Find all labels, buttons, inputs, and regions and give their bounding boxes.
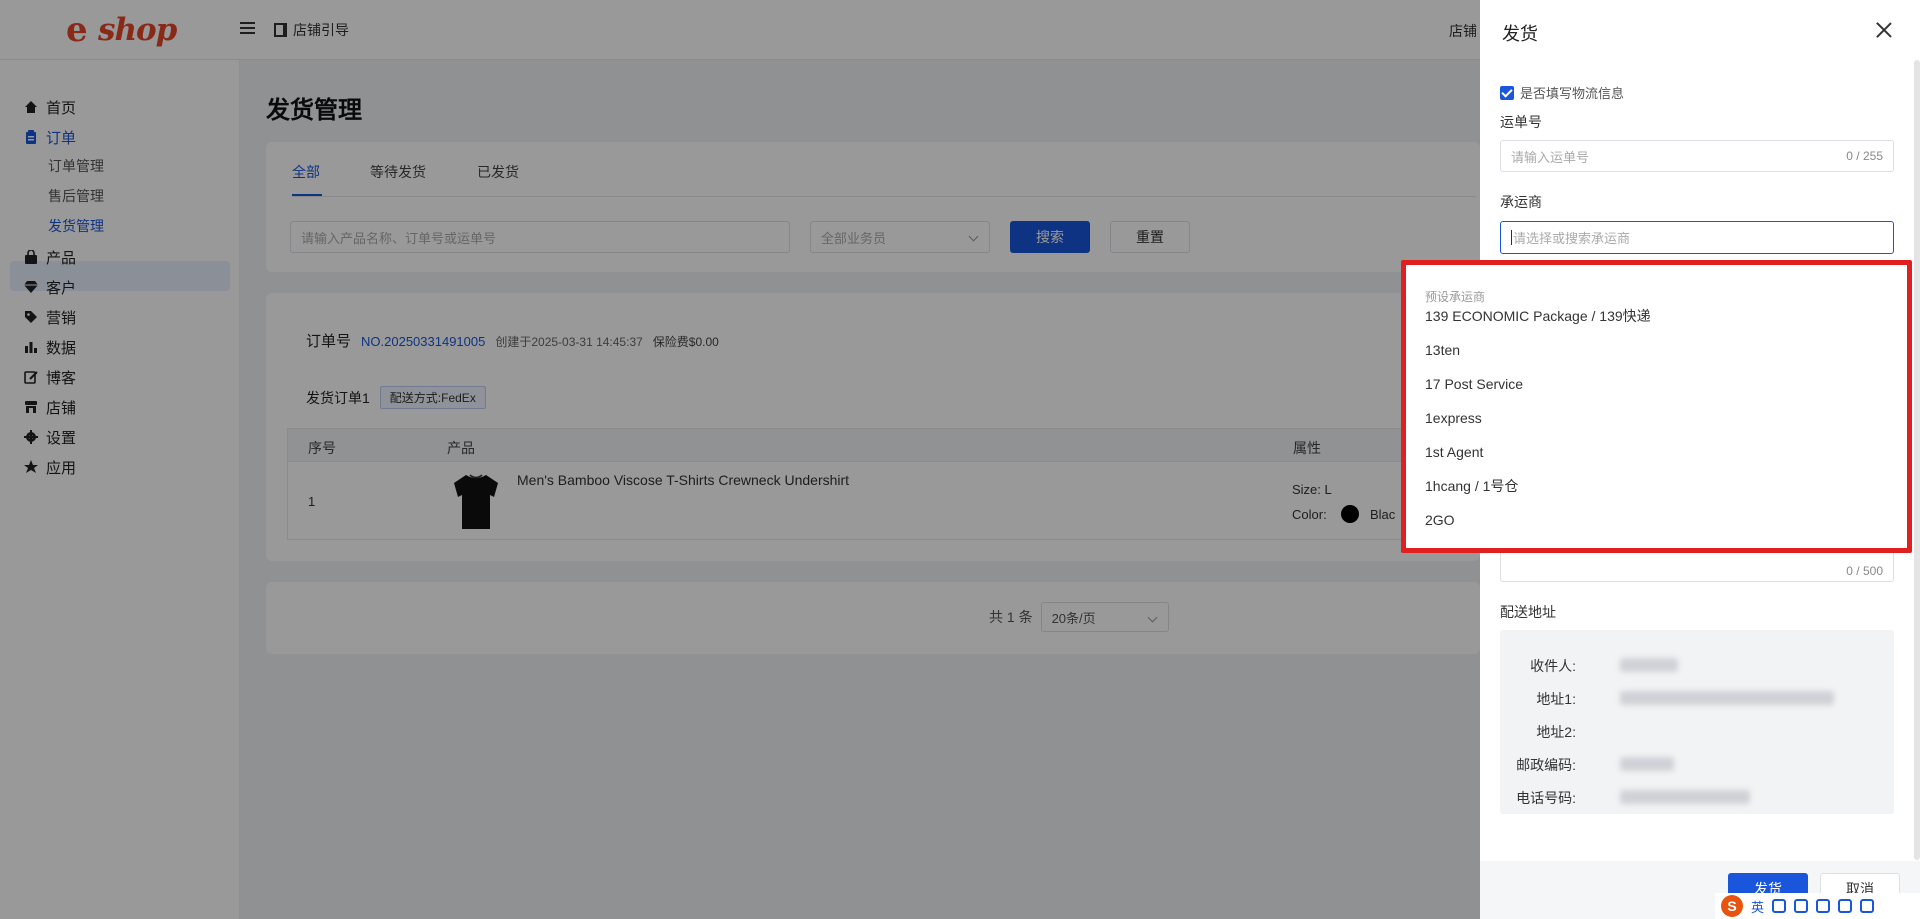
address-row-recipient: 收件人:: [1500, 656, 1894, 676]
checkbox-checked-icon: [1500, 85, 1514, 100]
recipient-value-redacted: [1620, 658, 1678, 672]
tracking-number-label: 运单号: [1500, 114, 1542, 130]
carrier-label: 承运商: [1500, 194, 1542, 210]
ime-logo-icon[interactable]: S: [1721, 895, 1743, 917]
tracking-char-count: 0 / 255: [1846, 149, 1883, 163]
close-icon[interactable]: [1876, 22, 1892, 38]
microphone-icon[interactable]: [1794, 899, 1809, 913]
ime-toolbar[interactable]: S 英: [1715, 893, 1920, 919]
address-panel: 收件人: 地址1: 地址2: 邮政编码: 电话号码:: [1500, 630, 1894, 814]
checkbox-label: 是否填写物流信息: [1520, 86, 1625, 101]
carrier-option[interactable]: 1st Agent: [1425, 439, 1895, 465]
remark-char-count: 0 / 500: [1846, 564, 1883, 578]
address1-value-redacted: [1620, 691, 1834, 705]
carrier-option[interactable]: 1hcang / 1号仓: [1425, 473, 1895, 499]
text-caret: [1511, 230, 1512, 245]
ime-language-toggle[interactable]: 英: [1751, 897, 1764, 916]
address-row-phone: 电话号码:: [1500, 788, 1894, 808]
address-row-line1: 地址1:: [1500, 689, 1894, 709]
carrier-option[interactable]: 17 Post Service: [1425, 371, 1895, 397]
carrier-option[interactable]: 13ten: [1425, 337, 1895, 363]
tracking-number-input[interactable]: 请输入运单号 0 / 255: [1500, 140, 1894, 172]
toolbox-icon[interactable]: [1860, 899, 1875, 913]
drawer-scrollbar[interactable]: [1914, 60, 1920, 860]
tracking-number-placeholder: 请输入运单号: [1511, 149, 1590, 165]
keyboard-icon[interactable]: [1816, 899, 1831, 913]
ime-punctuation-icon[interactable]: [1772, 899, 1787, 913]
phone-value-redacted: [1620, 790, 1750, 804]
skin-icon[interactable]: [1838, 899, 1853, 913]
carrier-option[interactable]: 1express: [1425, 405, 1895, 431]
postcode-value-redacted: [1620, 757, 1674, 771]
drawer-title: 发货: [1502, 24, 1538, 44]
address-row-postcode: 邮政编码:: [1500, 755, 1894, 775]
postcode-label: 邮政编码:: [1516, 757, 1576, 773]
carrier-option[interactable]: 2GO: [1425, 507, 1895, 533]
address1-label: 地址1:: [1536, 691, 1576, 707]
carrier-option[interactable]: 139 ECONOMIC Package / 139快递: [1425, 303, 1895, 329]
address-row-line2: 地址2:: [1500, 722, 1894, 742]
address2-label: 地址2:: [1536, 724, 1576, 740]
shipping-address-title: 配送地址: [1500, 604, 1556, 620]
modal-overlay[interactable]: [0, 0, 1480, 919]
carrier-select-input[interactable]: 请选择或搜索承运商: [1500, 221, 1894, 254]
carrier-dropdown: 预设承运商 139 ECONOMIC Package / 139快递 13ten…: [1401, 260, 1912, 553]
recipient-label: 收件人:: [1530, 658, 1576, 674]
carrier-placeholder: 请选择或搜索承运商: [1513, 231, 1631, 246]
fill-logistics-checkbox[interactable]: 是否填写物流信息: [1500, 83, 1624, 102]
phone-label: 电话号码:: [1516, 790, 1576, 806]
